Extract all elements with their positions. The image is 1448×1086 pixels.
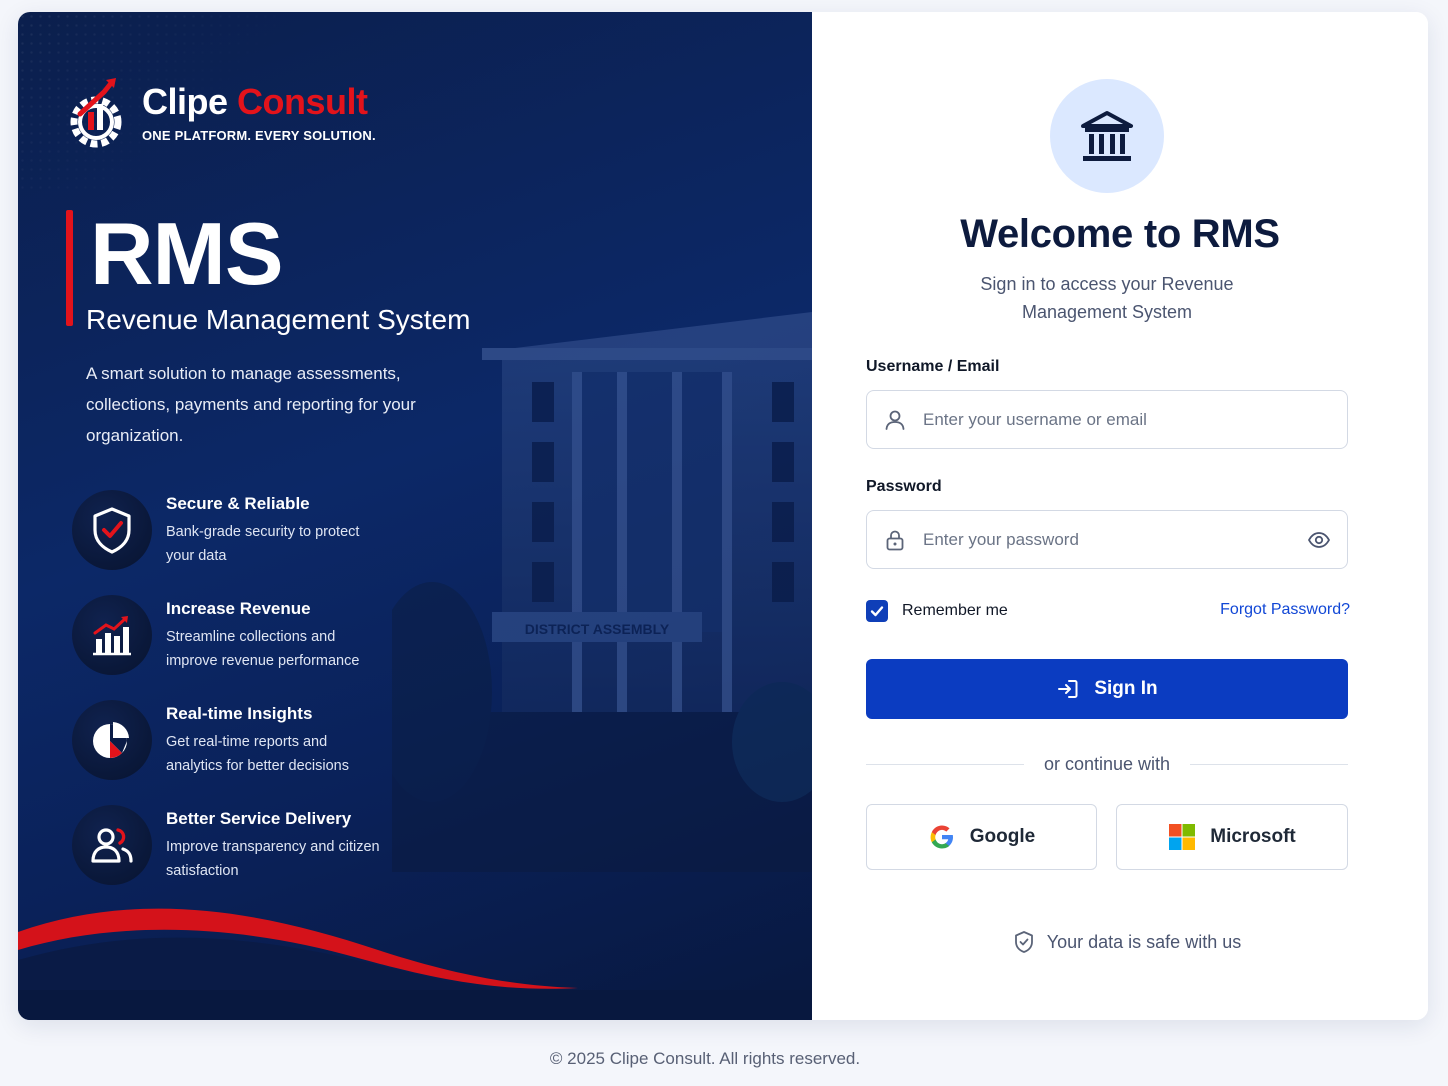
bank-building-icon (1081, 111, 1133, 161)
brand-tagline: ONE PLATFORM. EVERY SOLUTION. (142, 127, 376, 143)
brand: Clipe Consult ONE PLATFORM. EVERY SOLUTI… (66, 74, 376, 152)
accent-bar (66, 210, 73, 326)
feature-title: Increase Revenue (166, 599, 311, 618)
feature-icon-circle (72, 490, 152, 570)
check-icon (870, 606, 884, 617)
brand-name-part2: Consult (237, 80, 368, 122)
feature-item: Secure & Reliable Bank-grade security to… (72, 490, 386, 595)
users-icon (91, 828, 133, 863)
remember-me[interactable]: Remember me (866, 600, 1008, 622)
feature-description: Improve transparency and citizen satisfa… (166, 839, 380, 879)
feature-title: Secure & Reliable (166, 494, 310, 513)
google-label: Google (969, 826, 1036, 847)
shield-check-icon (93, 507, 131, 554)
security-note-text: Your data is safe with us (1046, 931, 1242, 952)
user-icon (867, 408, 923, 432)
brand-name-part1: Clipe (142, 80, 228, 122)
feature-icon-circle (72, 700, 152, 780)
hero-title: RMS (90, 204, 284, 303)
feature-item: Better Service Delivery Improve transpar… (72, 805, 386, 910)
feature-list: Secure & Reliable Bank-grade security to… (72, 490, 386, 910)
feature-item: Real-time Insights Get real-time reports… (72, 700, 386, 805)
remember-label: Remember me (902, 602, 1008, 619)
feature-icon-circle (72, 595, 152, 675)
pie-chart-icon (93, 722, 129, 758)
building-sign: DISTRICT ASSEMBLY (525, 621, 670, 637)
lock-icon (867, 528, 923, 552)
footer-copyright: © 2025 Clipe Consult. All rights reserve… (549, 1049, 861, 1068)
bank-icon-circle (1050, 79, 1164, 193)
hero-subtitle: Revenue Management System (86, 304, 471, 335)
building-illustration: DISTRICT ASSEMBLY (392, 312, 812, 872)
shield-check-icon (1014, 931, 1033, 953)
sign-in-button[interactable]: Sign In (866, 659, 1348, 719)
login-title: Welcome to RMS (960, 212, 1280, 256)
sign-in-label: Sign In (1094, 678, 1158, 699)
password-input[interactable] (923, 529, 1291, 550)
hero-description: A smart solution to manage assessments, … (86, 364, 416, 445)
sign-in-icon (1058, 680, 1078, 698)
google-icon (930, 825, 953, 849)
bar-chart-growth-icon (93, 616, 131, 656)
feature-description: Get real-time reports and analytics for … (166, 734, 349, 774)
forgot-password-link[interactable]: Forgot Password? (1220, 601, 1350, 619)
hero-panel: DISTRICT ASSEMBLY Clipe Consult ONE PLAT… (18, 12, 812, 1020)
feature-description: Streamline collections and improve reven… (166, 629, 360, 669)
password-field[interactable] (866, 510, 1348, 569)
username-input[interactable] (923, 409, 1347, 430)
divider: or continue with (866, 752, 1349, 776)
feature-title: Better Service Delivery (166, 809, 352, 828)
username-label: Username / Email (866, 358, 1000, 375)
security-note: Your data is safe with us (812, 930, 1428, 954)
login-card: DISTRICT ASSEMBLY Clipe Consult ONE PLAT… (18, 12, 1428, 1020)
remember-checkbox[interactable] (866, 600, 888, 622)
microsoft-icon (1169, 824, 1196, 850)
hero-heading: RMS Revenue Management System (66, 210, 470, 336)
brand-gear-logo-icon (70, 78, 122, 148)
feature-icon-circle (72, 805, 152, 885)
microsoft-label: Microsoft (1210, 826, 1296, 847)
username-field[interactable] (866, 390, 1348, 449)
password-label: Password (866, 478, 942, 495)
brand-name: Clipe Consult (142, 80, 376, 122)
login-subtitle: Sign in to access your Revenue Managemen… (980, 274, 1234, 322)
feature-item: Increase Revenue Streamline collections … (72, 595, 386, 700)
feature-description: Bank-grade security to protect your data (166, 524, 360, 564)
microsoft-button[interactable]: Microsoft (1116, 804, 1348, 870)
feature-title: Real-time Insights (166, 704, 313, 723)
google-button[interactable]: Google (866, 804, 1097, 870)
eye-icon[interactable] (1291, 528, 1347, 552)
login-panel: Welcome to RMS Sign in to access your Re… (812, 12, 1428, 1020)
divider-text: or continue with (1043, 753, 1171, 774)
